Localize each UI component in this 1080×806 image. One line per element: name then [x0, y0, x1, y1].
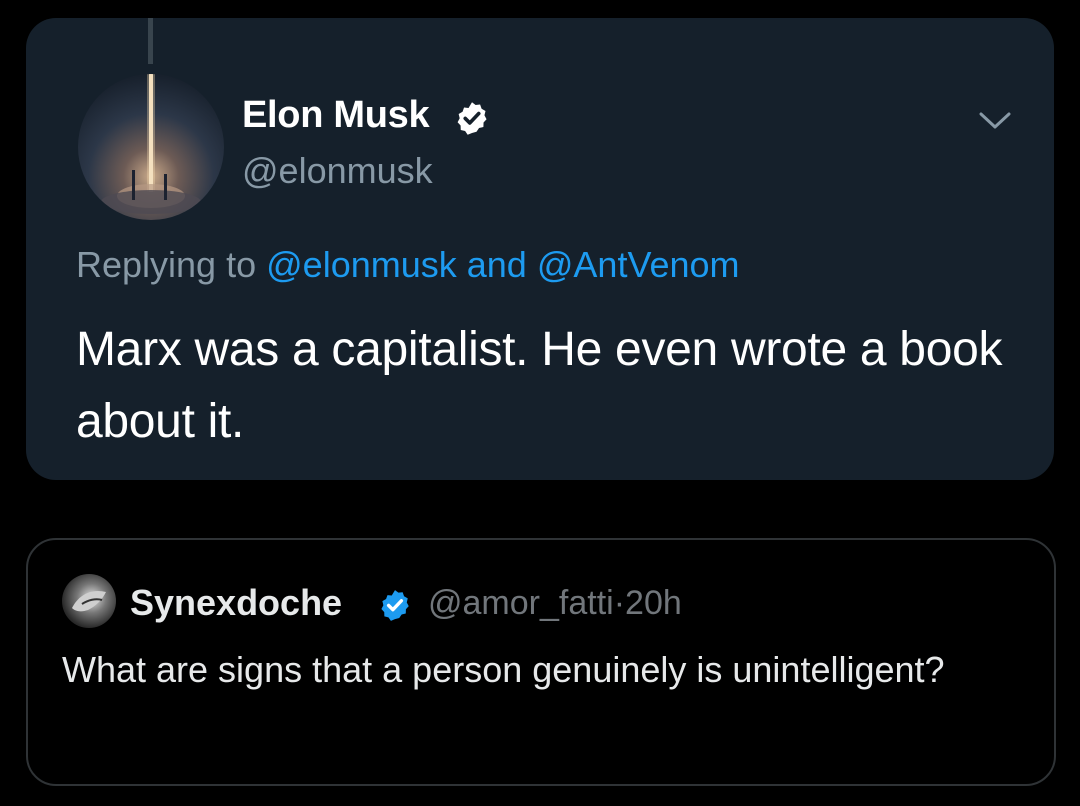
statue-avatar-icon	[72, 590, 106, 612]
author-name[interactable]: Elon Musk	[242, 94, 430, 137]
replying-and-text: and	[466, 244, 527, 285]
replying-to-line: Replying to @elonmusk and @AntVenom	[76, 244, 740, 286]
verified-badge-icon	[457, 102, 487, 135]
quoted-author-name[interactable]: Synexdoche	[130, 582, 342, 624]
screenshot-canvas: Elon Musk @elonmusk Replying to @elonmus…	[0, 0, 1080, 806]
reply-tweet-card[interactable]: Elon Musk @elonmusk Replying to @elonmus…	[26, 18, 1054, 480]
rocket-launch-avatar-icon	[101, 74, 201, 214]
quoted-meta: @amor_fatti·20h	[428, 584, 682, 623]
chevron-down-icon[interactable]	[978, 110, 1012, 132]
quoted-tweet-card[interactable]: Synexdoche @amor_fatti·20h What are sign…	[26, 538, 1056, 786]
mention-link-antvenom[interactable]: @AntVenom	[537, 244, 740, 285]
author-avatar[interactable]	[78, 74, 224, 220]
tweet-body-text: Marx was a capitalist. He even wrote a b…	[76, 323, 1003, 448]
replying-to-label: Replying to	[76, 244, 257, 285]
mention-link-elonmusk[interactable]: @elonmusk	[266, 244, 457, 285]
quoted-author-handle[interactable]: @amor_fatti	[428, 584, 614, 622]
author-handle[interactable]: @elonmusk	[242, 150, 433, 192]
thread-connector-line	[148, 18, 153, 64]
quoted-timestamp[interactable]: 20h	[625, 584, 682, 622]
quoted-author-avatar[interactable]	[62, 574, 116, 628]
meta-separator: ·	[613, 584, 626, 622]
verified-badge-icon	[381, 590, 409, 621]
quoted-tweet-text: What are signs that a person genuinely i…	[62, 649, 945, 690]
